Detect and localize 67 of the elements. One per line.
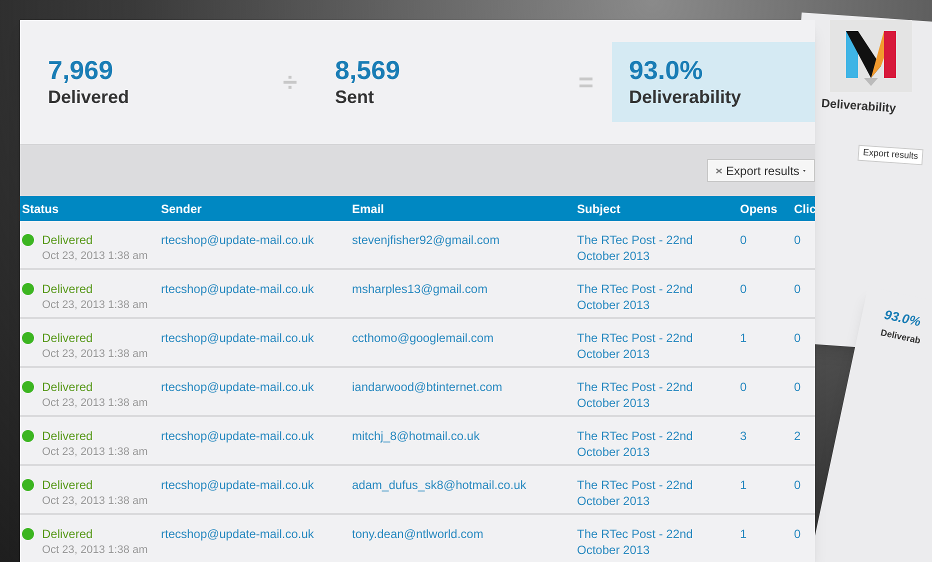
subject-link[interactable]: The RTec Post - 22nd October 2013 xyxy=(577,477,699,509)
column-header[interactable]: Sender xyxy=(161,202,202,216)
stat-label: Delivered xyxy=(48,86,130,109)
subject-link[interactable]: The RTec Post - 22nd October 2013 xyxy=(577,526,699,558)
status-text: Delivered xyxy=(42,330,93,346)
sender-link[interactable]: rtecshop@update-mail.co.uk xyxy=(161,527,314,541)
timestamp: Oct 23, 2013 1:38 am xyxy=(42,347,148,362)
operator-sign: = xyxy=(577,66,595,98)
subject-link[interactable]: The RTec Post - 22nd October 2013 xyxy=(577,232,699,264)
export-button[interactable]: Export results xyxy=(858,144,924,165)
status-text: Delivered xyxy=(42,477,93,493)
status-text: Delivered xyxy=(42,526,93,542)
subject-link[interactable]: The RTec Post - 22nd October 2013 xyxy=(577,330,699,362)
clicks-count: 2 xyxy=(794,429,801,443)
email-link[interactable]: msharples13@gmail.com xyxy=(352,282,488,296)
timestamp: Oct 23, 2013 1:38 am xyxy=(42,543,148,558)
subject-link[interactable]: The RTec Post - 22nd October 2013 xyxy=(577,379,699,411)
timestamp: Oct 23, 2013 1:38 am xyxy=(42,396,148,411)
export-button[interactable]: Export results xyxy=(707,159,815,182)
email-link[interactable]: stevenjfisher92@gmail.com xyxy=(352,233,500,247)
clicks-count: 0 xyxy=(794,282,801,296)
subject-link[interactable]: The RTec Post - 22nd October 2013 xyxy=(577,428,699,460)
column-header[interactable]: Subject xyxy=(577,202,620,216)
operator-sign: ÷ xyxy=(282,66,298,98)
opens-count: 1 xyxy=(740,527,747,541)
stat-value: 8,569 xyxy=(335,55,402,85)
opens-count: 1 xyxy=(740,331,747,345)
clicks-count: 0 xyxy=(794,331,801,345)
email-link[interactable]: tony.dean@ntlworld.com xyxy=(352,527,484,541)
email-link[interactable]: iandarwood@btinternet.com xyxy=(352,380,502,394)
caret-icon xyxy=(803,168,806,172)
clicks-count: 0 xyxy=(794,233,801,247)
stat-value: 7,969 xyxy=(48,55,114,85)
opens-count: 3 xyxy=(740,429,747,443)
subject-link[interactable]: The RTec Post - 22nd October 2013 xyxy=(577,281,699,313)
clicks-count: 0 xyxy=(794,527,801,541)
clicks-count: 0 xyxy=(794,380,801,394)
opens-count: 0 xyxy=(740,233,747,247)
sender-link[interactable]: rtecshop@update-mail.co.uk xyxy=(161,478,314,492)
clicks-count: 0 xyxy=(794,478,801,492)
timestamp: Oct 23, 2013 1:38 am xyxy=(42,494,148,509)
column-header[interactable]: Opens xyxy=(740,202,778,216)
status-text: Delivered xyxy=(42,232,93,248)
sender-link[interactable]: rtecshop@update-mail.co.uk xyxy=(161,331,314,345)
sender-link[interactable]: rtecshop@update-mail.co.uk xyxy=(161,380,314,394)
timestamp: Oct 23, 2013 1:38 am xyxy=(42,298,148,313)
email-link[interactable]: mitchj_8@hotmail.co.uk xyxy=(352,429,480,443)
timestamp: Oct 23, 2013 1:38 am xyxy=(42,445,148,460)
stat-label: Deliverability xyxy=(820,95,897,118)
sender-link[interactable]: rtecshop@update-mail.co.uk xyxy=(161,233,314,247)
stat-value: 93.0% xyxy=(629,55,704,85)
status-text: Delivered xyxy=(42,281,93,297)
sender-link[interactable]: rtecshop@update-mail.co.uk xyxy=(161,429,314,443)
stat-label: Sent xyxy=(335,86,376,109)
timestamp: Oct 23, 2013 1:38 am xyxy=(42,249,148,264)
sender-link[interactable]: rtecshop@update-mail.co.uk xyxy=(161,282,314,296)
column-header[interactable]: Email xyxy=(352,202,384,216)
column-header[interactable]: Status xyxy=(22,202,59,216)
status-text: Delivered xyxy=(42,379,93,395)
opens-count: 1 xyxy=(740,478,747,492)
opens-count: 0 xyxy=(740,282,747,296)
stat-label: Deliverability xyxy=(629,86,742,109)
email-link[interactable]: adam_dufus_sk8@hotmail.co.uk xyxy=(352,478,526,492)
logo-icon xyxy=(830,20,912,92)
status-text: Delivered xyxy=(42,428,93,444)
opens-count: 0 xyxy=(740,380,747,394)
email-link[interactable]: ccthomo@googlemail.com xyxy=(352,331,494,345)
